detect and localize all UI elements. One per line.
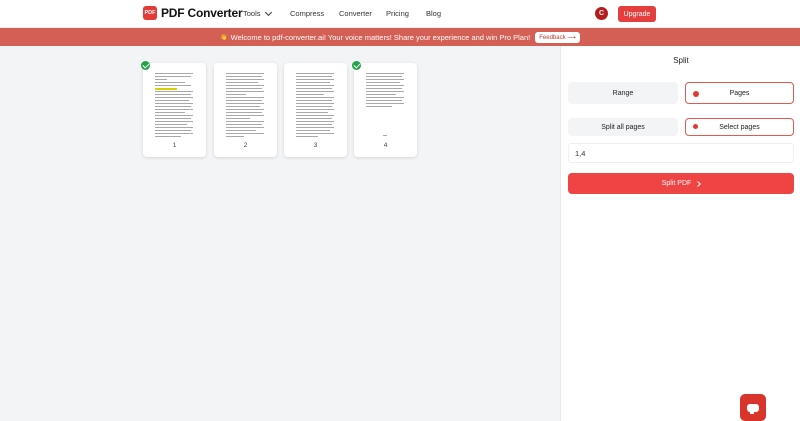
split-all-pages-option[interactable]: Split all pages [568, 118, 678, 136]
chat-widget-button[interactable] [740, 394, 766, 421]
page-preview [224, 71, 267, 139]
nav-compress[interactable]: Compress [290, 9, 324, 18]
page-thumbnail-2[interactable]: 2 [214, 63, 277, 157]
avatar[interactable]: C [595, 7, 608, 20]
wave-icon: 👋 [220, 34, 228, 41]
page-number: 1 [172, 142, 177, 149]
page-thumbnail-3[interactable]: 3 [284, 63, 347, 157]
nav-pricing[interactable]: Pricing [386, 9, 409, 18]
mode-range-label: Range [612, 89, 634, 97]
nav-tools-label: Tools [243, 9, 261, 18]
logo-text: PDF Converter [161, 6, 243, 20]
top-navbar: PDF PDF Converter Tools Compress Convert… [0, 0, 800, 28]
page-preview [153, 71, 196, 139]
select-pages-option[interactable]: Select pages [685, 118, 794, 136]
pdf-logo-icon: PDF [143, 6, 157, 20]
radio-selected-icon [693, 124, 698, 129]
banner-text: Welcome to pdf-converter.ai! Your voice … [230, 32, 531, 42]
split-all-pages-label: Split all pages [601, 123, 645, 131]
radio-selected-icon [693, 91, 699, 97]
checkmark-icon [141, 61, 150, 70]
page-preview [294, 71, 337, 139]
mode-pages-option[interactable]: Pages [685, 82, 794, 104]
split-pdf-button[interactable]: Split PDF [568, 173, 794, 194]
page-preview [364, 71, 407, 139]
feedback-button[interactable]: Feedback ⟶ [535, 31, 580, 43]
mode-range-option[interactable]: Range [568, 82, 678, 104]
nav-tools[interactable]: Tools [243, 8, 272, 18]
split-options-panel: Split Range Pages Split all pages Select… [560, 46, 800, 421]
select-pages-label: Select pages [719, 123, 760, 131]
split-pdf-label: Split PDF [661, 180, 692, 187]
chevron-down-icon [264, 8, 272, 16]
mode-pages-label: Pages [729, 89, 750, 97]
nav-converter[interactable]: Converter [339, 9, 372, 18]
chat-icon [747, 403, 759, 414]
chevron-right-icon [695, 180, 702, 187]
announcement-banner: 👋 Welcome to pdf-converter.ai! Your voic… [0, 28, 800, 46]
pages-input[interactable] [568, 143, 794, 163]
checkmark-icon [352, 61, 361, 70]
panel-title: Split [673, 56, 689, 65]
page-number: 2 [243, 142, 248, 149]
page-number: 3 [313, 142, 318, 149]
logo[interactable]: PDF PDF Converter [143, 6, 243, 20]
upgrade-button[interactable]: Upgrade [618, 6, 656, 22]
page-thumbnail-1[interactable]: 1 [141, 61, 206, 157]
nav-blog[interactable]: Blog [426, 9, 441, 18]
page-number: 4 [383, 142, 388, 149]
page-thumbnail-4[interactable]: 4 [352, 61, 417, 157]
